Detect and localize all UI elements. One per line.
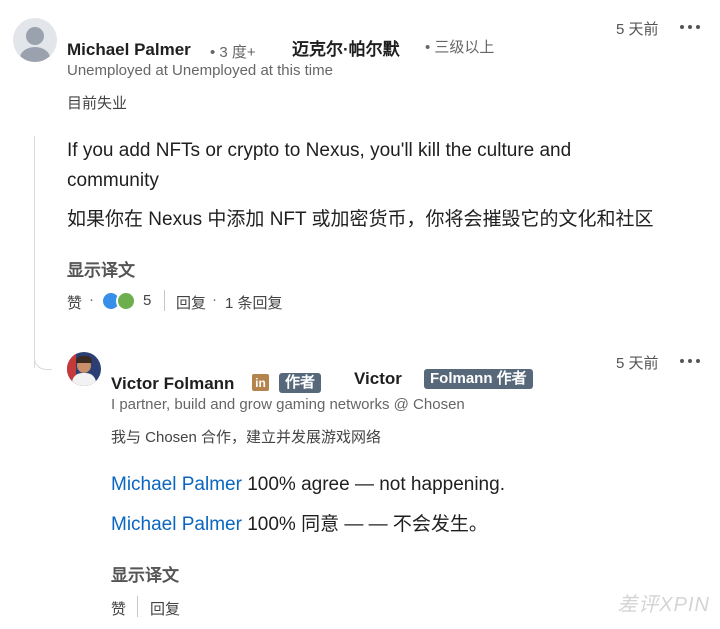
comment-connection-degree: • 3 度+ [210,44,256,61]
reply-button[interactable]: 回复 [176,292,206,313]
avatar-michael-palmer[interactable] [13,18,57,62]
action-divider [137,596,138,617]
reply-author-headline: I partner, build and grow gaming network… [111,396,465,413]
avatar-hair [76,356,92,363]
mention-link[interactable]: Michael Palmer [111,474,242,495]
show-translation-button[interactable]: 显示译文 [111,561,179,586]
reply-body-text-cn: 100% 同意 — — 不会发生。 [241,514,488,535]
reaction-support-icon[interactable] [116,291,136,311]
comment-timestamp: 5 天前 [616,21,659,38]
comment-connection-degree-cn: • 三级以上 [425,39,495,56]
reply-author-headline-cn: 我与 Chosen 合作，建立并发展游戏网络 [111,429,382,446]
author-tag: 作者 [279,373,322,393]
reply-count-link[interactable]: 1 条回复 [225,292,283,313]
thread-connector [34,352,52,370]
like-button[interactable]: 赞 [111,598,126,619]
comment-author-headline-cn: 目前失业 [67,95,128,112]
comment-author-name-cn: 迈克尔·帕尔默 [292,40,400,59]
comment-body: If you add NFTs or crypto to Nexus, you'… [67,140,572,191]
reply-author-name[interactable]: Victor Folmann [111,374,234,394]
thread-line [34,136,35,368]
avatar-victor-folmann[interactable] [67,352,101,386]
reply-author-name-cn: Victor [354,369,402,388]
reaction-count[interactable]: 5 [143,292,151,309]
avatar-placeholder-body [20,47,50,62]
separator-dot: · [89,291,94,308]
reply-body-cn: Michael Palmer 100% 同意 — — 不会发生。 [111,510,488,540]
reply-body-text: 100% agree — not happening. [241,474,505,495]
show-translation-button[interactable]: 显示译文 [67,256,135,281]
reply-body: Michael Palmer 100% agree — not happenin… [111,470,505,500]
reply-timestamp: 5 天前 [616,355,659,372]
separator-dot: · [212,291,217,308]
reply-button[interactable]: 回复 [150,598,180,619]
linkedin-icon: in [252,374,269,391]
comment-author-name[interactable]: Michael Palmer [67,40,191,60]
more-options-icon[interactable] [680,359,700,365]
more-options-icon[interactable] [680,25,700,31]
comment-body-cn: 如果你在 Nexus 中添加 NFT 或加密货币，你将会摧毁它的文化和社区 [67,209,654,230]
like-button[interactable]: 赞 [67,292,82,313]
watermark: 差评XPIN [617,594,710,616]
author-tag-cn: Folmann 作者 [424,369,533,389]
avatar-placeholder-head [26,27,44,45]
comment-author-headline: Unemployed at Unemployed at this time [67,62,333,79]
avatar-shirt [72,373,96,386]
action-divider [164,290,165,311]
mention-link[interactable]: Michael Palmer [111,514,242,535]
